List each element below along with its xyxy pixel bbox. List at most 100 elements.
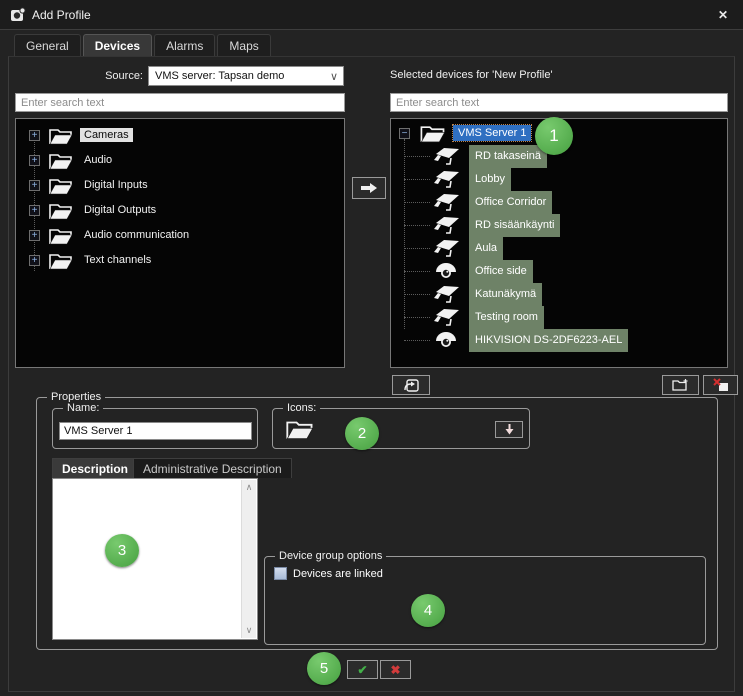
annotation-1: 1 [535,117,573,155]
title-bar: Add Profile ✕ [0,0,743,30]
scroll-down-icon[interactable]: ∨ [242,625,256,636]
cancel-button[interactable]: ✖ [380,660,411,679]
tree-connector [404,294,430,295]
device-label: RD takaseinä [469,145,547,168]
device-row[interactable]: Office Corridor [391,191,727,214]
folder-icon [48,152,74,171]
device-label: Office side [469,260,533,283]
source-dropdown[interactable]: VMS server: Tapsan demo ∨ [148,66,344,86]
tree-item-audio[interactable]: + Audio [16,149,344,174]
device-row[interactable]: Katunäkymä [391,283,727,306]
annotation-2: 2 [345,417,379,450]
tab-maps[interactable]: Maps [217,34,270,56]
tree-item-cameras[interactable]: + Cameras [16,124,344,149]
new-folder-icon [672,378,689,392]
tree-item-label: Audio [80,153,116,167]
device-row[interactable]: Office side [391,260,727,283]
device-label: Office Corridor [469,191,552,214]
close-icon[interactable]: ✕ [715,7,731,23]
annotation-5: 5 [307,652,341,685]
devices-linked-label: Devices are linked [293,568,383,580]
tab-administrative-description[interactable]: Administrative Description [133,458,292,478]
scrollbar[interactable]: ∧ ∨ [241,480,256,638]
selected-devices-tree: − VMS Server 1 RD takaseinä [390,118,728,368]
right-arrow-icon [360,183,378,193]
tree-item-audio-communication[interactable]: + Audio communication [16,224,344,249]
scroll-up-icon[interactable]: ∧ [242,482,256,493]
dome-camera-icon [433,331,461,350]
icons-group-label: Icons: [283,402,320,414]
expand-icon[interactable]: + [29,130,40,141]
device-label: Testing room [469,306,544,329]
tab-general[interactable]: General [14,34,81,56]
icons-group: Icons: [272,408,530,449]
tree-item-label: Digital Inputs [80,178,152,192]
expand-icon[interactable]: + [29,155,40,166]
description-textarea[interactable]: ∧ ∨ [52,478,258,640]
annotation-3: 3 [105,534,139,567]
window-title: Add Profile [32,8,91,22]
device-row[interactable]: RD sisäänkäynti [391,214,727,237]
selected-devices-title: Selected devices for 'New Profile' [390,69,553,81]
ok-button[interactable]: ✔ [347,660,378,679]
name-group: Name: [52,408,258,449]
remove-device-button[interactable] [703,375,738,395]
expand-icon[interactable]: + [29,180,40,191]
tree-connector [404,156,430,157]
cross-icon: ✖ [390,663,400,677]
source-value: VMS server: Tapsan demo [155,70,284,82]
source-label: Source: [40,70,143,82]
device-label: HIKVISION DS-2DF6223-AEL [469,329,628,352]
icon-picker-button[interactable] [495,421,523,438]
device-group-options-label: Device group options [275,550,386,562]
tree-connector [404,225,430,226]
camera-preview-icon [403,378,419,392]
box-camera-icon [433,193,461,212]
right-search-input[interactable] [390,93,728,112]
tab-alarms[interactable]: Alarms [154,34,215,56]
tree-connector [404,271,430,272]
tab-strip: General Devices Alarms Maps [14,34,271,56]
tree-connector [404,340,430,341]
tree-item-label: Text channels [80,253,155,267]
expand-icon[interactable]: + [29,255,40,266]
device-label: RD sisäänkäynti [469,214,560,237]
new-folder-button[interactable] [662,375,699,395]
tree-connector [404,202,430,203]
tree-item-digital-inputs[interactable]: + Digital Inputs [16,174,344,199]
folder-icon [285,419,315,441]
add-profile-dialog: Add Profile ✕ General Devices Alarms Map… [0,0,743,696]
expand-icon[interactable]: + [29,205,40,216]
devices-linked-checkbox[interactable] [274,567,287,580]
device-row[interactable]: Testing room [391,306,727,329]
expand-icon[interactable]: + [29,230,40,241]
box-camera-icon [433,170,461,189]
device-groups-tree: + Cameras + Audio + [15,118,345,368]
folder-icon [48,227,74,246]
box-camera-icon [433,285,461,304]
device-label: Katunäkymä [469,283,542,306]
device-row[interactable]: Lobby [391,168,727,191]
name-input[interactable] [59,422,252,440]
left-search-input[interactable] [15,93,345,112]
device-row[interactable]: HIKVISION DS-2DF6223-AEL [391,329,727,352]
tab-devices[interactable]: Devices [83,34,152,56]
tab-description[interactable]: Description [52,458,138,478]
collapse-icon[interactable]: − [399,128,410,139]
add-profile-icon [10,7,26,23]
device-label: Aula [469,237,503,260]
down-arrow-icon [505,424,514,435]
tree-connector [404,248,430,249]
annotation-4: 4 [411,594,445,627]
device-row[interactable]: Aula [391,237,727,260]
tree-item-text-channels[interactable]: + Text channels [16,249,344,274]
name-group-label: Name: [63,402,103,414]
folder-icon [48,127,74,146]
camera-preview-button[interactable] [392,375,430,395]
tree-item-label: Cameras [80,128,133,142]
devices-linked-row[interactable]: Devices are linked [274,567,383,580]
add-to-profile-button[interactable] [352,177,386,199]
tree-item-digital-outputs[interactable]: + Digital Outputs [16,199,344,224]
tree-connector [404,317,430,318]
box-camera-icon [433,239,461,258]
